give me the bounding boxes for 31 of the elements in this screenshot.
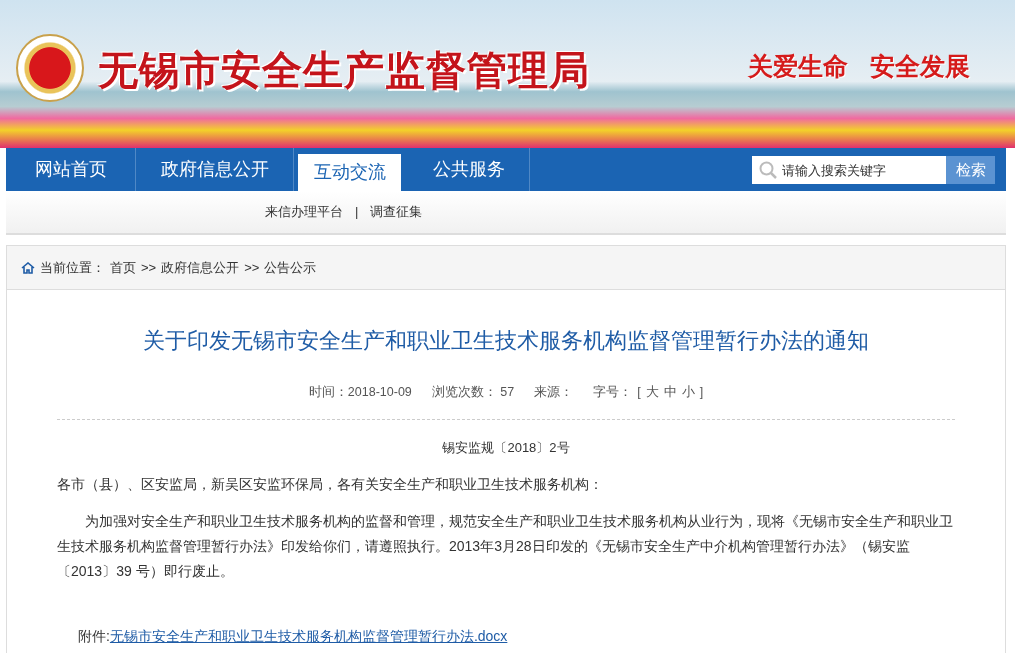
site-title: 无锡市安全生产监督管理局 <box>98 47 590 94</box>
attachment-link[interactable]: 无锡市安全生产和职业卫生技术服务机构监督管理暂行办法.docx <box>109 628 508 645</box>
publish-time: 时间：2018-10-09 <box>308 384 412 401</box>
body-paragraph: 为加强对安全生产和职业卫生技术服务机构的监督和管理，规范安全生产和职业卫生技术服务机构从业行为，现将《无锡市安全生产和职业卫生技术服务机构监督管理暂行办法》印发给你们，请遵照执行。2013年3月28日印发的《无锡市安全生产中介机构管理暂行办法》（锡安监〔2013〕39 号）即行废止。 <box>57 512 954 582</box>
font-size-label: 字号： <box>593 384 633 401</box>
breadcrumb-link[interactable]: 政府信息公开 <box>161 257 240 278</box>
breadcrumb-link[interactable]: 公告公示 <box>264 257 317 278</box>
breadcrumb-link[interactable]: 首页 <box>110 257 136 278</box>
article-title: 关于印发无锡市安全生产和职业卫生技术服务机构监督管理暂行办法的通知 <box>142 327 870 355</box>
subnav-link[interactable]: 调查征集 <box>370 202 423 222</box>
subnav-link[interactable]: 来信办理平台 <box>265 202 343 222</box>
slogan-text: 关爱生命 <box>748 51 848 82</box>
home-icon <box>21 261 35 274</box>
font-size-option[interactable]: 小 <box>681 383 695 402</box>
salutation-text: 各市（县）、区安监局，新吴区安监环保局，各有关安全生产和职业卫生技术服务机构： <box>57 475 604 495</box>
bracket: [ <box>637 384 641 401</box>
nav-tab[interactable]: 互动交流 <box>298 154 401 191</box>
breadcrumb-separator: >> <box>244 258 260 277</box>
search-field[interactable]: 请输入搜索关键字 <box>752 156 946 184</box>
font-size-option[interactable]: 大 <box>645 383 659 402</box>
breadcrumb-label: 当前位置： <box>40 258 105 277</box>
font-size-option[interactable]: 中 <box>663 383 677 402</box>
bracket: ] <box>699 384 704 401</box>
separator: | <box>355 203 359 222</box>
view-count: 浏览次数： 57 <box>431 384 515 401</box>
document-number: 锡安监规〔2018〕2号 <box>441 438 571 457</box>
slogan-text: 安全发展 <box>870 51 970 82</box>
breadcrumb-separator: >> <box>141 258 157 277</box>
search-icon <box>759 161 777 179</box>
attachment-label: 附件: <box>78 628 110 645</box>
source-label: 来源： <box>534 384 574 401</box>
